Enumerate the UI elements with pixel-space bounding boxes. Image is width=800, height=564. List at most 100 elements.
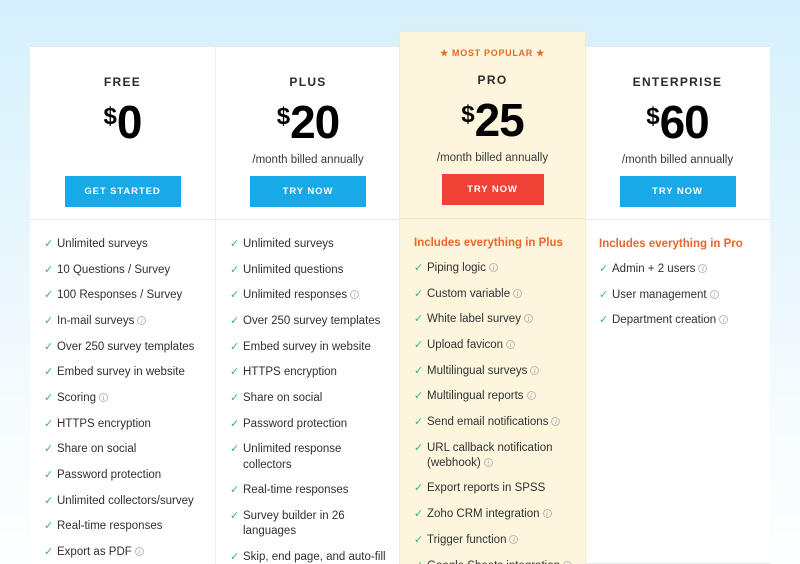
feature-item: ✓ Unlimited responses i bbox=[230, 288, 388, 303]
feature-label: Share on social bbox=[57, 443, 137, 456]
check-icon: ✓ bbox=[414, 390, 424, 403]
info-icon[interactable]: i bbox=[513, 288, 523, 298]
feature-item: ✓ Admin + 2 users i bbox=[599, 262, 758, 277]
check-icon: ✓ bbox=[230, 263, 240, 276]
info-icon[interactable]: i bbox=[719, 315, 729, 325]
feature-label: Survey builder in 26 languages bbox=[243, 509, 345, 538]
feature-text-wrap: Admin + 2 users i bbox=[612, 262, 758, 277]
info-icon[interactable]: i bbox=[483, 457, 493, 467]
info-icon[interactable]: i bbox=[551, 416, 561, 426]
feature-text-wrap: Unlimited questions bbox=[243, 263, 388, 278]
info-icon[interactable]: i bbox=[526, 391, 536, 401]
feature-text-wrap: Export reports in SPSS bbox=[427, 481, 573, 496]
info-icon[interactable]: i bbox=[488, 262, 498, 272]
check-icon: ✓ bbox=[414, 533, 424, 546]
feature-label: Export reports in SPSS bbox=[427, 482, 546, 495]
plan-cta-button-plus[interactable]: TRY NOW bbox=[250, 176, 366, 207]
feature-item: ✓ Unlimited questions bbox=[230, 263, 388, 278]
check-icon: ✓ bbox=[414, 482, 424, 495]
feature-item: ✓ White label survey i bbox=[414, 312, 573, 327]
plan-card-pro: ★ MOST POPULAR ★ PRO $25/month billed annu… bbox=[400, 32, 585, 564]
plan-name-plus: PLUS bbox=[289, 75, 327, 89]
plan-cta-wrap-free: GET STARTED bbox=[40, 163, 205, 207]
feature-label: Piping logic bbox=[427, 261, 486, 274]
plan-name-enterprise: ENTERPRISE bbox=[632, 75, 723, 89]
feature-text-wrap: Zoho CRM integration i bbox=[427, 507, 573, 522]
plan-cta-wrap-enterprise: TRY NOW bbox=[595, 163, 760, 207]
info-icon[interactable]: i bbox=[562, 560, 572, 564]
feature-label: Real-time responses bbox=[243, 484, 349, 497]
feature-label: Unlimited responses bbox=[243, 289, 348, 302]
check-icon: ✓ bbox=[44, 315, 54, 328]
feature-text-wrap: Export as PDF i bbox=[57, 545, 203, 560]
feature-item: ✓ Password protection bbox=[44, 468, 203, 483]
feature-item: ✓ Unlimited surveys bbox=[44, 237, 203, 252]
check-icon: ✓ bbox=[44, 520, 54, 533]
feature-item: ✓ Multilingual surveys i bbox=[414, 364, 573, 379]
plan-cta-button-free[interactable]: GET STARTED bbox=[64, 176, 181, 207]
feature-text-wrap: Password protection bbox=[57, 468, 203, 483]
price-amount-pro: 25 bbox=[474, 94, 525, 146]
feature-item: ✓ Embed survey in website bbox=[44, 365, 203, 380]
feature-list-plus: ✓ Unlimited surveys ✓ Unlimited questions ✓ U… bbox=[216, 220, 400, 564]
feature-item: ✓ Export as PDF i bbox=[44, 545, 203, 560]
check-icon: ✓ bbox=[230, 238, 240, 250]
feature-label: Export as PDF bbox=[57, 546, 132, 559]
feature-item: ✓ Over 250 survey templates bbox=[230, 314, 388, 329]
info-icon[interactable]: i bbox=[137, 316, 147, 326]
check-icon: ✓ bbox=[44, 340, 54, 353]
feature-text-wrap: Over 250 survey templates bbox=[57, 340, 203, 355]
plan-cta-button-enterprise[interactable]: TRY NOW bbox=[619, 176, 736, 207]
feature-label: Embed survey in website bbox=[57, 366, 185, 379]
feature-text-wrap: Share on social bbox=[57, 442, 203, 457]
check-icon: ✓ bbox=[44, 469, 54, 482]
feature-item: ✓ 10 Questions / Survey bbox=[44, 263, 203, 278]
feature-text-wrap: Password protection bbox=[243, 417, 388, 432]
plan-cta-button-pro[interactable]: TRY NOW bbox=[441, 174, 544, 205]
info-icon[interactable]: i bbox=[99, 393, 108, 403]
price-currency-plus: $ bbox=[276, 103, 291, 130]
feature-item: ✓Skip, end page, and auto-fill logici bbox=[230, 550, 388, 564]
check-icon: ✓ bbox=[44, 546, 54, 559]
feature-label: Unlimited questions bbox=[243, 263, 344, 276]
feature-item: ✓ Share on social bbox=[44, 442, 203, 457]
info-icon[interactable]: i bbox=[709, 289, 719, 299]
feature-label: User management bbox=[612, 288, 707, 301]
info-icon[interactable]: i bbox=[698, 263, 708, 273]
feature-text-wrap: Unlimited responses i bbox=[243, 288, 388, 303]
plan-cta-wrap-plus: TRY NOW bbox=[226, 163, 390, 207]
price-currency-free: $ bbox=[103, 103, 117, 130]
feature-label: Send email notifications bbox=[427, 415, 549, 428]
info-icon[interactable]: i bbox=[509, 534, 519, 544]
feature-item: ✓ Zoho CRM integration i bbox=[414, 507, 573, 522]
plan-header-plus: PLUS $20/month billed annually TRY NOW bbox=[216, 47, 400, 219]
check-icon: ✓ bbox=[230, 509, 240, 522]
feature-item: ✓ Trigger function i bbox=[414, 533, 573, 548]
check-icon: ✓ bbox=[599, 262, 609, 275]
feature-label: Scoring bbox=[57, 392, 96, 405]
plan-header-free: FREE$0/month billed annuallyGET STARTED bbox=[30, 47, 215, 219]
plan-cta-wrap-pro: TRY NOW bbox=[410, 161, 575, 205]
feature-text-wrap: Embed survey in website bbox=[57, 365, 203, 380]
feature-text-wrap: In-mail surveys i bbox=[57, 314, 203, 329]
info-icon[interactable]: i bbox=[350, 290, 360, 300]
check-icon: ✓ bbox=[414, 313, 424, 326]
info-icon[interactable]: i bbox=[134, 547, 144, 557]
feature-item: ✓Google Sheets integrationi bbox=[414, 559, 573, 564]
plan-card-free: FREE$0/month billed annuallyGET STARTED ✓… bbox=[30, 46, 215, 564]
feature-text-wrap: Share on social bbox=[243, 391, 388, 406]
info-icon[interactable]: i bbox=[506, 339, 516, 349]
info-icon[interactable]: i bbox=[542, 509, 552, 519]
check-icon: ✓ bbox=[414, 415, 424, 428]
includes-heading-enterprise: Includes everything in Pro bbox=[599, 238, 743, 250]
price-currency-enterprise: $ bbox=[646, 103, 660, 130]
info-icon[interactable]: i bbox=[523, 314, 533, 324]
feature-text-wrap: White label survey i bbox=[427, 312, 573, 327]
info-icon[interactable]: i bbox=[530, 365, 540, 375]
check-icon: ✓ bbox=[44, 366, 54, 379]
most-popular-badge: ★ MOST POPULAR ★ bbox=[440, 48, 545, 58]
feature-label: Over 250 survey templates bbox=[57, 340, 195, 353]
check-icon: ✓ bbox=[44, 238, 54, 250]
feature-label: Unlimited response collectors bbox=[243, 443, 342, 471]
feature-label: Zoho CRM integration bbox=[427, 508, 540, 521]
